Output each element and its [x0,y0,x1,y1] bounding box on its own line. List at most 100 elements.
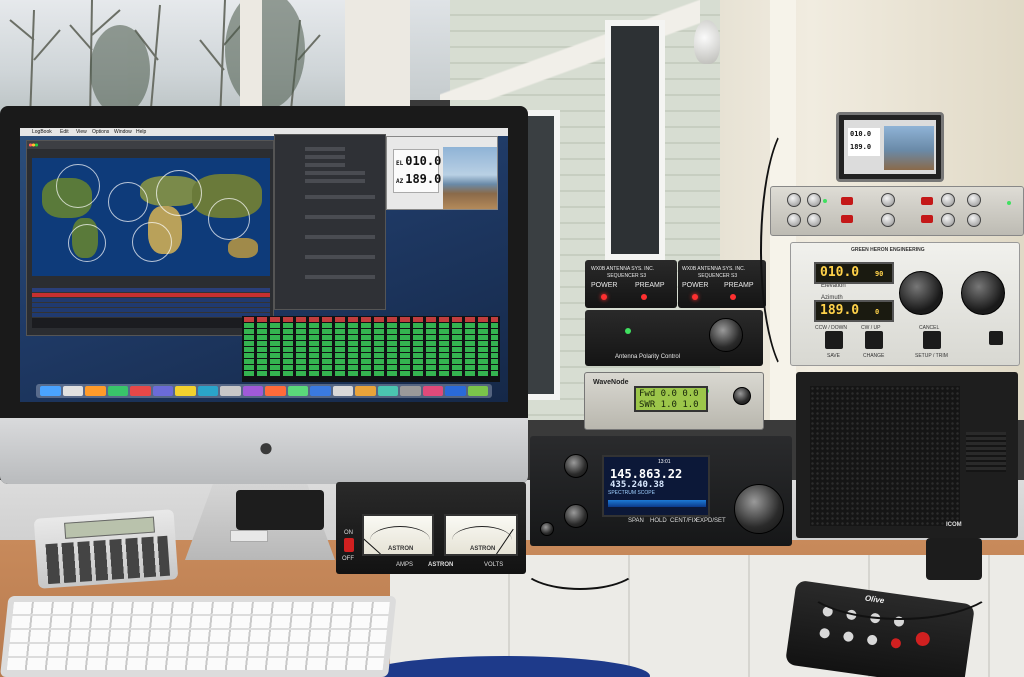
remote-button[interactable] [914,631,931,647]
form-field[interactable] [305,171,365,175]
form-field[interactable] [305,275,375,279]
table-row[interactable] [244,335,498,340]
sequencer-left: WX0B ANTENNA SYS. INC. SEQUENCER S3 POWE… [585,260,677,308]
table-row[interactable] [244,323,498,328]
cable [760,120,830,380]
form-field[interactable] [305,235,375,239]
span-key[interactable]: SPAN [628,518,644,524]
window-controls-icon[interactable] [29,143,38,147]
dock-app-icon[interactable] [130,386,151,396]
apple-logo-icon: ● [258,432,274,462]
cent-fix-key[interactable]: CENT/FIX [670,518,697,524]
dock-app-icon[interactable] [85,386,106,396]
menu-item[interactable]: View [76,128,87,136]
setup-label: SETUP / TRIM [915,353,948,359]
af-rf-knob[interactable] [564,454,588,478]
icom-speaker: ICOM [796,372,1018,538]
rotor-readout: EL 010.0 AZ 189.0 [393,149,441,193]
dock-app-icon[interactable] [40,386,61,396]
dock-app-icon[interactable] [377,386,398,396]
remote-button[interactable] [890,637,902,649]
ccw-down-button[interactable] [825,331,843,349]
table-row[interactable] [244,365,498,370]
menu-item[interactable]: Options [92,128,109,136]
form-field[interactable] [305,147,345,151]
form-field[interactable] [305,195,375,199]
spectrum-label: SPECTRUM SCOPE [608,490,655,496]
form-field[interactable] [305,155,345,159]
wireless-keyboard[interactable] [0,596,397,677]
dock-app-icon[interactable] [355,386,376,396]
hold-key[interactable]: HOLD [650,518,667,524]
power-button[interactable] [989,331,1003,345]
cancel-button[interactable] [923,331,941,349]
table-row[interactable] [244,341,498,346]
dock-app-icon[interactable] [62,386,83,396]
dock-app-icon[interactable] [265,386,286,396]
meter-brand: ASTRON [388,546,414,552]
rack-knob[interactable] [941,213,955,227]
dock-app-icon[interactable] [332,386,353,396]
rack-knob[interactable] [881,213,895,227]
power-led [601,294,607,300]
form-field[interactable] [305,179,365,183]
dock-app-icon[interactable] [310,386,331,396]
table-row[interactable] [244,329,498,334]
rotor-el-row: EL 010.0 [396,154,441,168]
dock-app-icon[interactable] [400,386,421,396]
expd-set-key[interactable]: EXPD/SET [696,518,726,524]
menu-item[interactable]: Edit [60,128,69,136]
form-field[interactable] [305,255,375,259]
power-label: POWER [682,282,709,289]
table-row[interactable] [244,359,498,364]
rack-switch[interactable] [841,215,853,223]
remote-button[interactable] [842,630,855,643]
wavenode-knob[interactable] [733,387,751,405]
dock-app-icon[interactable] [242,386,263,396]
power-switch[interactable] [344,538,354,552]
dock-app-icon[interactable] [197,386,218,396]
rack-switch[interactable] [921,215,933,223]
calculator-display [64,516,155,539]
dock-app-icon[interactable] [152,386,173,396]
rack-knob[interactable] [967,213,981,227]
table-row[interactable] [244,371,498,376]
rack-switch[interactable] [841,197,853,205]
dock-app-icon[interactable] [107,386,128,396]
dock-app-icon[interactable] [175,386,196,396]
rack-knob[interactable] [967,193,981,207]
contact-log-table [242,316,500,382]
menu-item[interactable]: Window [114,128,132,136]
remote-button[interactable] [818,627,831,639]
dock-app-icon[interactable] [445,386,466,396]
dock-app-icon[interactable] [467,386,488,396]
dock-app-icon[interactable] [422,386,443,396]
menu-item[interactable]: LogBook [32,128,52,136]
polarity-knob[interactable] [709,318,743,352]
rack-knob[interactable] [881,193,895,207]
remote-button[interactable] [866,634,878,646]
elevation-knob[interactable] [899,271,943,315]
table-row[interactable] [244,347,498,352]
menu-item[interactable]: Help [136,128,146,136]
sql-knob[interactable] [564,504,588,528]
rack-knob[interactable] [941,193,955,207]
dock-app-icon[interactable] [287,386,308,396]
rack-switch[interactable] [921,197,933,205]
form-field[interactable] [305,215,375,219]
dock-app-icon[interactable] [220,386,241,396]
azimuth-knob[interactable] [961,271,1005,315]
table-row[interactable] [244,353,498,358]
az-label: AZ [396,178,404,185]
form-field[interactable] [305,163,345,167]
main-dial-knob[interactable] [734,484,784,534]
save-label: SAVE [827,353,840,359]
lcd-line: Fwd 0.0 0.0 [639,389,699,399]
preamp-led [730,294,736,300]
table-row[interactable] [244,317,498,322]
satellite-footprint [156,170,202,216]
world-map [32,158,270,276]
cw-up-button[interactable] [865,331,883,349]
keyboard-keys[interactable] [6,602,390,671]
table-row[interactable] [32,313,270,318]
